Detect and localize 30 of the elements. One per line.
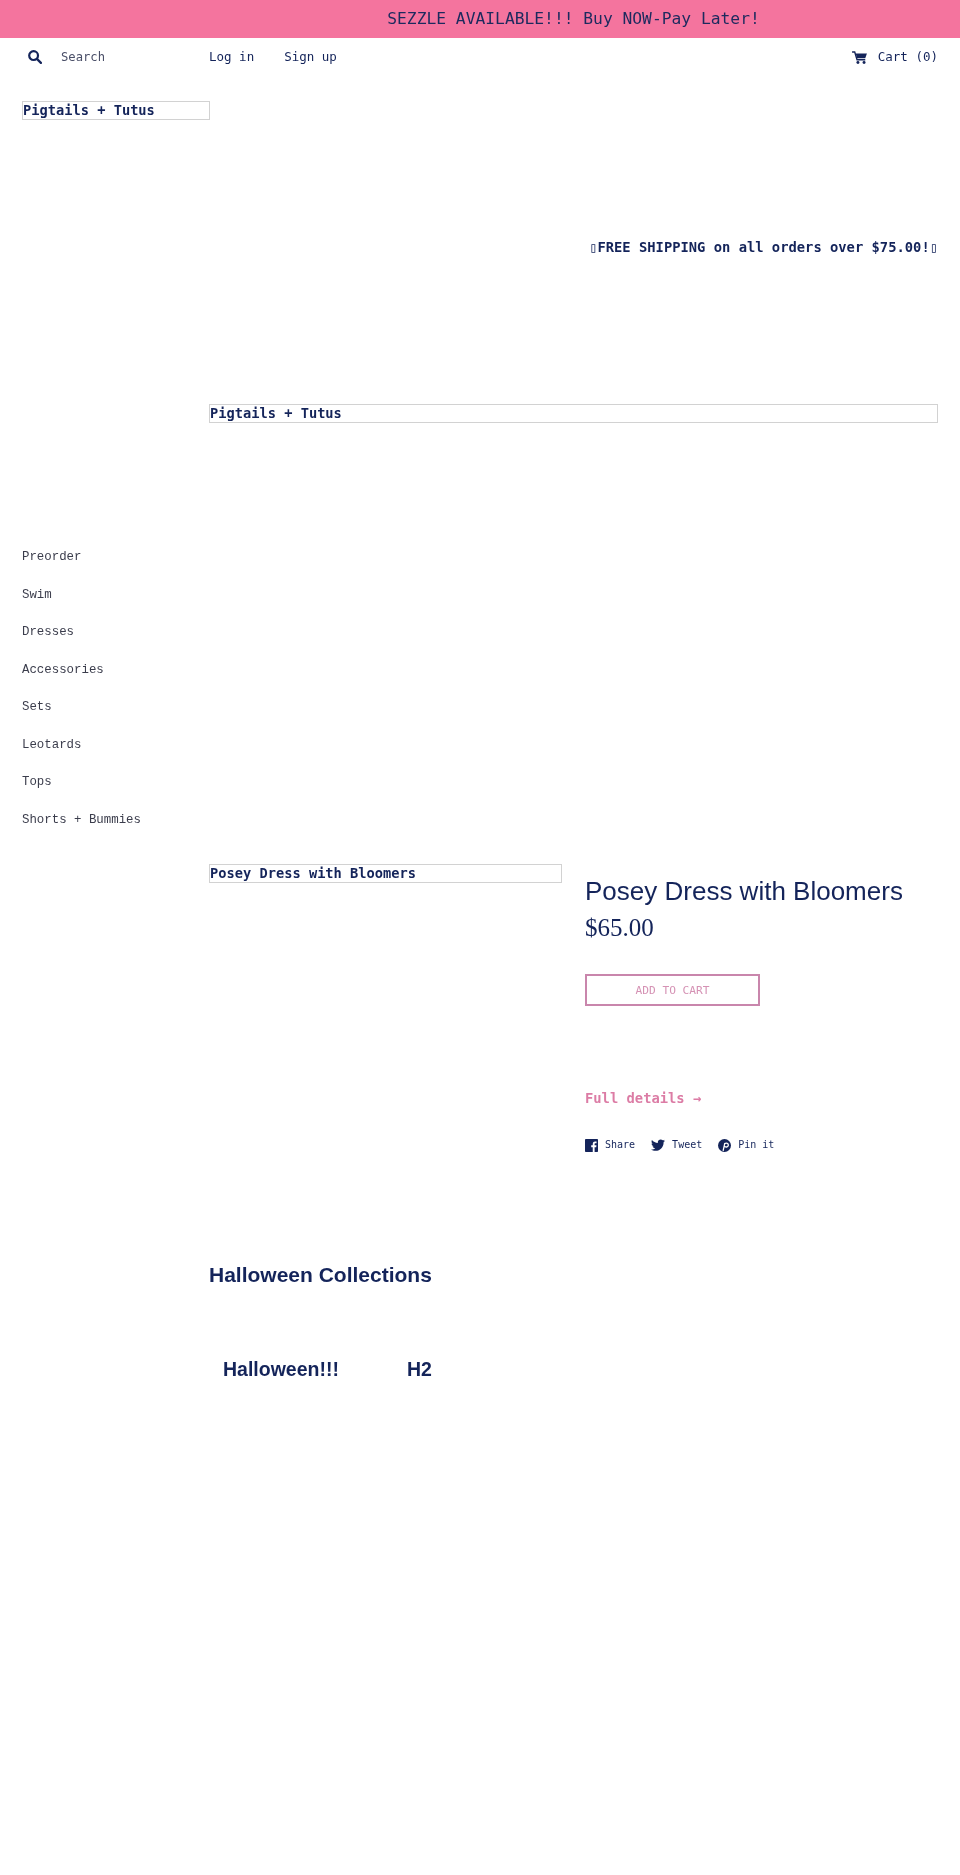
promo-text: ▯FREE SHIPPING on all orders over $75.00!▯ — [589, 238, 938, 257]
tweet-link[interactable]: Tweet — [651, 1138, 703, 1152]
search-icon[interactable] — [28, 50, 42, 64]
sidebar-link[interactable]: Sets — [22, 698, 141, 716]
sign-up-link[interactable]: Sign up — [284, 48, 337, 66]
pinterest-icon — [718, 1138, 732, 1152]
twitter-icon — [651, 1139, 666, 1151]
collection-title[interactable]: Halloween!!! — [223, 1357, 339, 1381]
product-title: Posey Dress with Bloomers — [585, 875, 903, 907]
log-in-link[interactable]: Log in — [209, 48, 255, 66]
pin-link[interactable]: Pin it — [718, 1138, 775, 1152]
cart-icon — [851, 50, 867, 64]
sidebar-link[interactable]: Dresses — [22, 623, 141, 641]
sidebar-link[interactable]: Swim — [22, 585, 141, 604]
search-field[interactable]: Search — [61, 48, 181, 66]
sidebar-link[interactable]: Tops — [22, 773, 141, 791]
product-price: $65.00 — [585, 913, 654, 943]
banner-image: Pigtails + Tutus — [209, 404, 938, 423]
share-link[interactable]: Share — [585, 1138, 636, 1152]
store-logo[interactable]: Pigtails + Tutus — [22, 101, 210, 120]
sidebar-link[interactable]: Shorts + Bummies — [22, 810, 141, 829]
product-image: Posey Dress with Bloomers — [209, 864, 562, 883]
sidebar-link[interactable]: Leotards — [22, 735, 141, 754]
facebook-icon — [585, 1138, 598, 1152]
sidebar-link[interactable]: Preorder — [22, 548, 141, 566]
sidebar-link[interactable]: Accessories — [22, 660, 141, 679]
announcement-text: SEZZLE AVAILABLE!!! Buy NOW-Pay Later! — [387, 9, 760, 28]
section-heading: Halloween Collections — [209, 1262, 433, 1288]
cart-link[interactable]: Cart (0) — [851, 48, 938, 66]
collection-title[interactable]: H2 — [406, 1357, 432, 1381]
